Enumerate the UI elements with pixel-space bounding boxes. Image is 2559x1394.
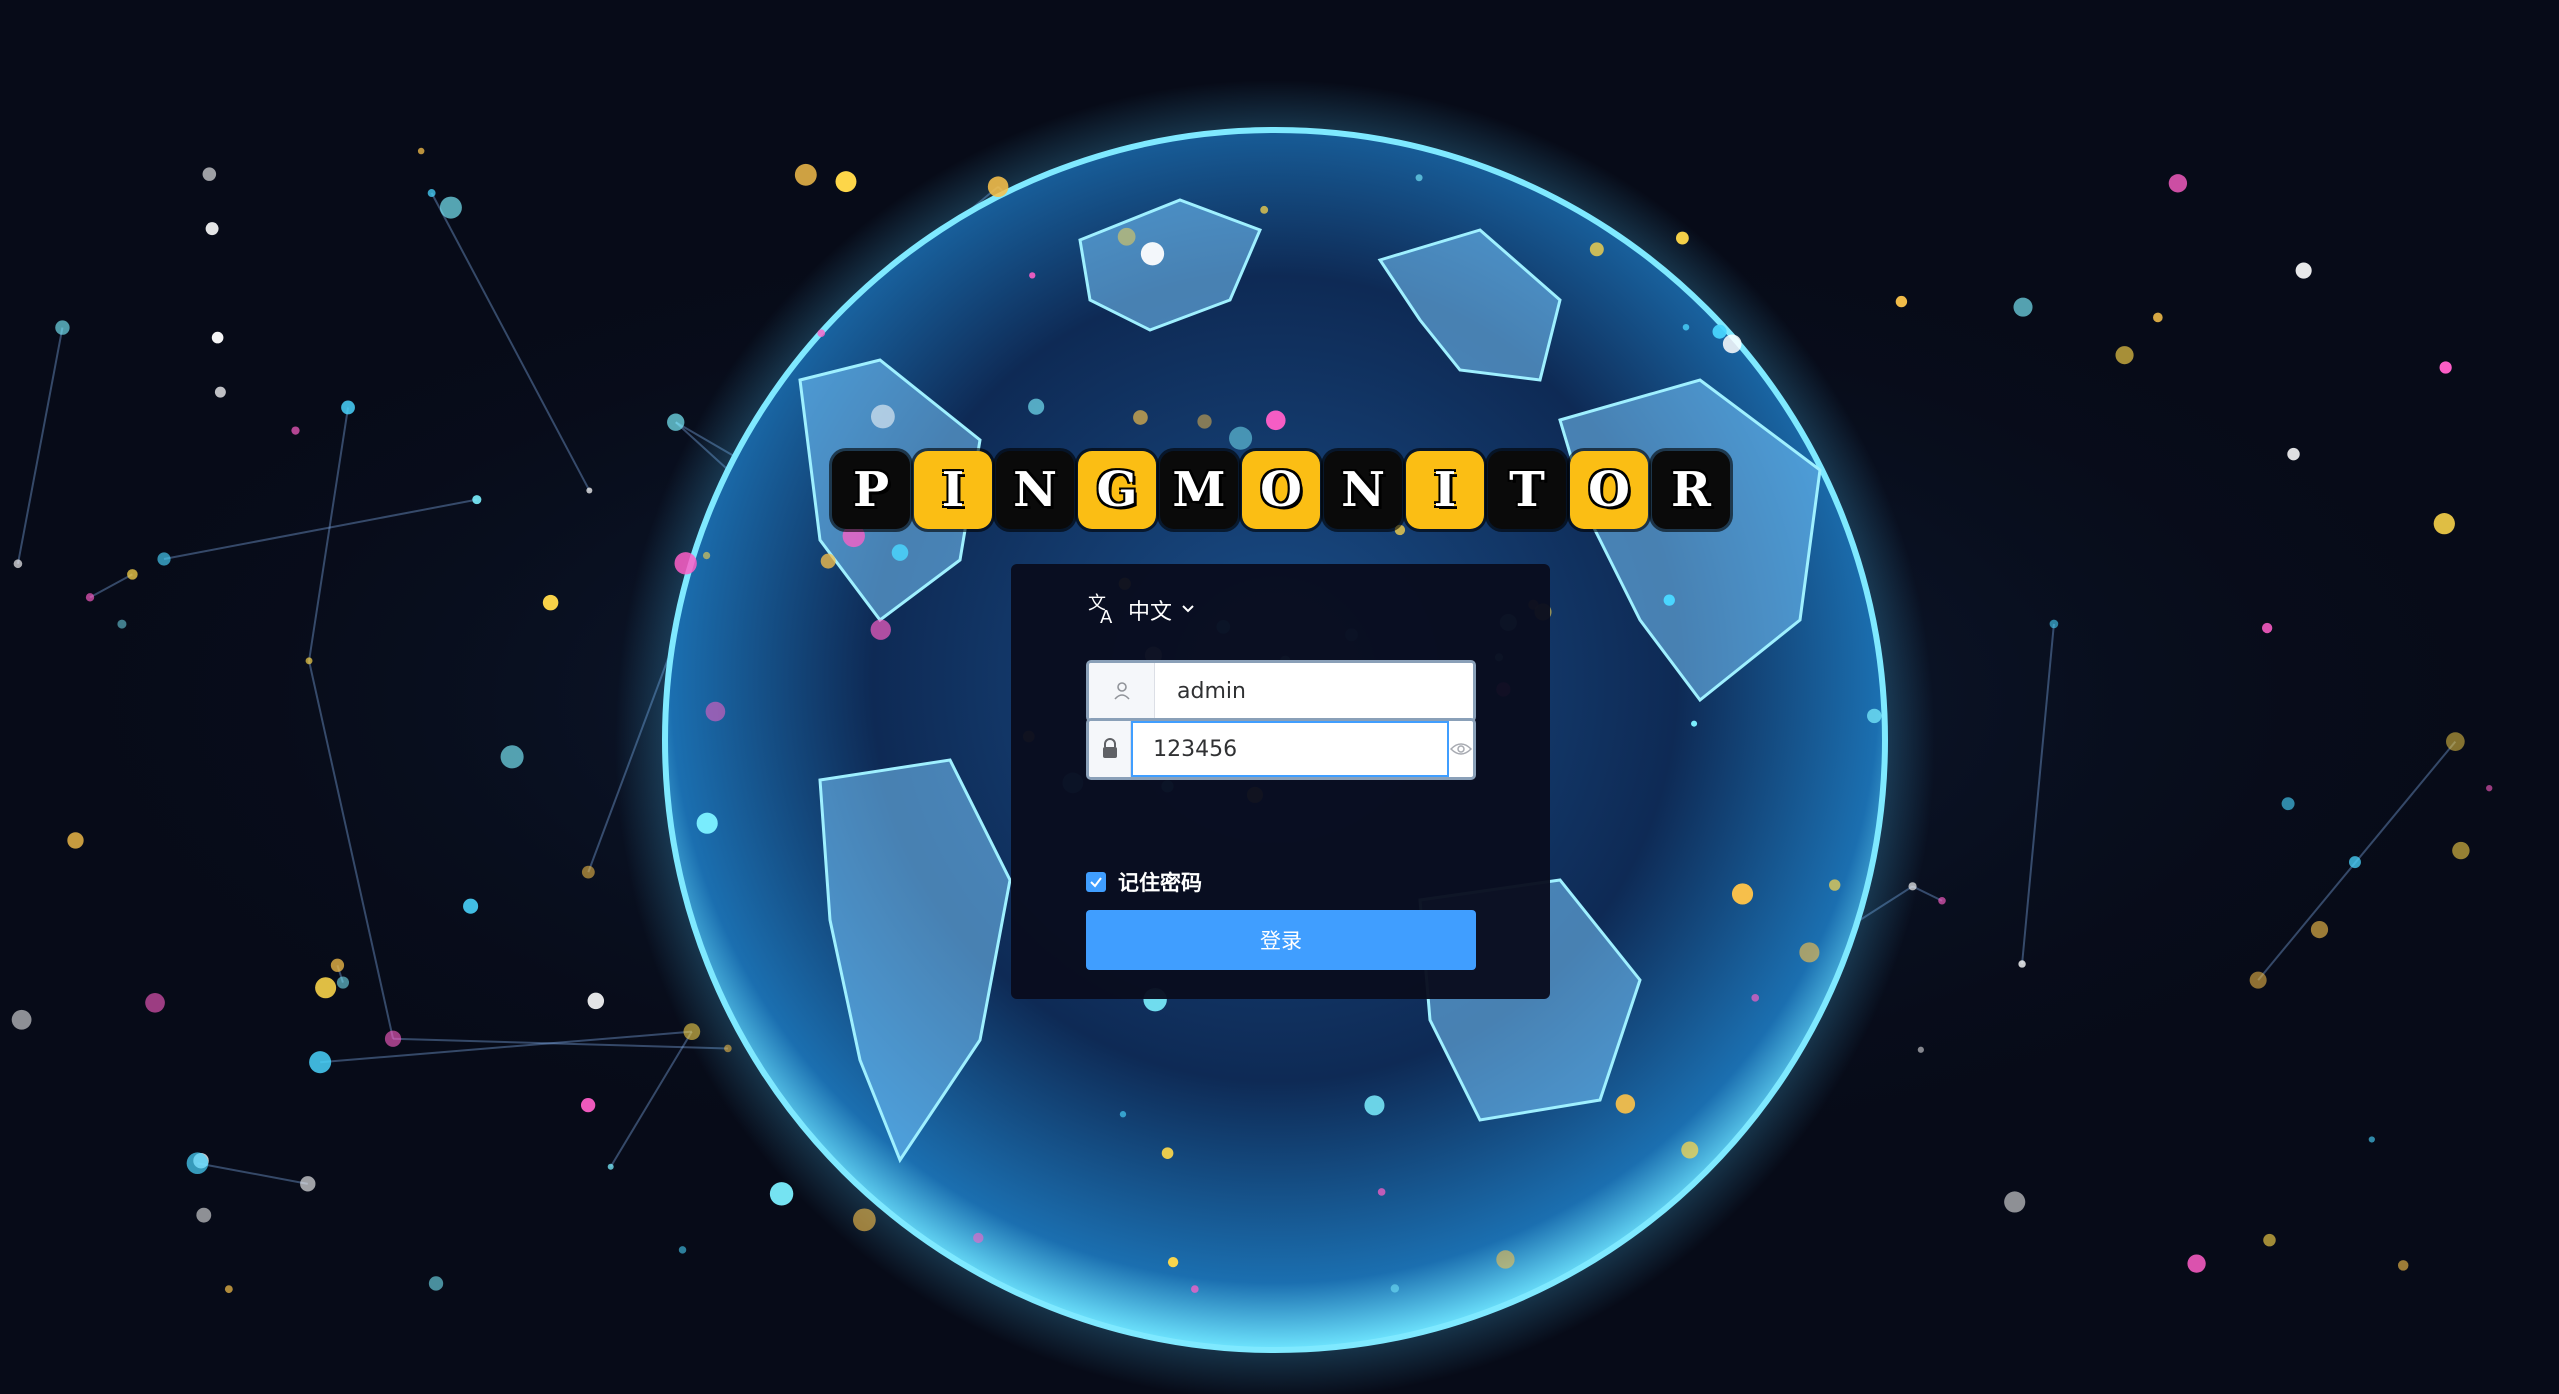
svg-text:A: A [1100, 607, 1113, 625]
logo-letter: T [1509, 462, 1545, 518]
logo-letter: O [1588, 462, 1630, 518]
login-card: 文 A 中文 admin 123456 记住密码 登录 [1011, 564, 1550, 999]
logo-letter: I [941, 462, 965, 518]
language-switcher[interactable]: 文 A 中文 [1086, 592, 1196, 628]
logo-letter: G [1096, 462, 1138, 518]
language-label: 中文 [1128, 600, 1173, 625]
logo-letter: O [1260, 462, 1302, 518]
user-icon [1089, 663, 1155, 719]
translate-icon: 文 A [1086, 591, 1120, 629]
logo-letter-tile: O [1570, 451, 1648, 529]
password-input[interactable] [1131, 721, 1450, 777]
username-field [1086, 660, 1476, 722]
logo-letter-tile: P [832, 451, 910, 529]
password-field [1086, 718, 1476, 780]
logo-letter-tile: N [1324, 451, 1402, 529]
login-button[interactable]: 登录 [1086, 910, 1476, 970]
logo-letter: M [1172, 462, 1226, 518]
logo-letter: N [1013, 462, 1057, 518]
logo-letter-tile: M [1160, 451, 1238, 529]
logo-letter: I [1433, 462, 1457, 518]
lock-icon [1089, 721, 1132, 777]
logo-letter-tile: N [996, 451, 1074, 529]
logo-letter: R [1671, 462, 1711, 518]
remember-label: 记住密码 [1118, 871, 1202, 895]
logo-letter: P [852, 462, 890, 518]
chevron-down-icon [1180, 600, 1196, 620]
logo-letter: N [1341, 462, 1385, 518]
logo-letter-tile: G [1078, 451, 1156, 529]
logo-letter-tile: I [1406, 451, 1484, 529]
username-input[interactable] [1155, 663, 1473, 719]
logo-letter-tile: T [1488, 451, 1566, 529]
remember-password[interactable]: 记住密码 [1086, 867, 1202, 897]
eye-icon[interactable] [1449, 721, 1473, 777]
pingmonitor-logo: PINGMONITOR [832, 451, 1730, 529]
logo-letter-tile: O [1242, 451, 1320, 529]
remember-checkbox[interactable] [1086, 872, 1106, 892]
logo-letter-tile: R [1652, 451, 1730, 529]
logo-letter-tile: I [914, 451, 992, 529]
